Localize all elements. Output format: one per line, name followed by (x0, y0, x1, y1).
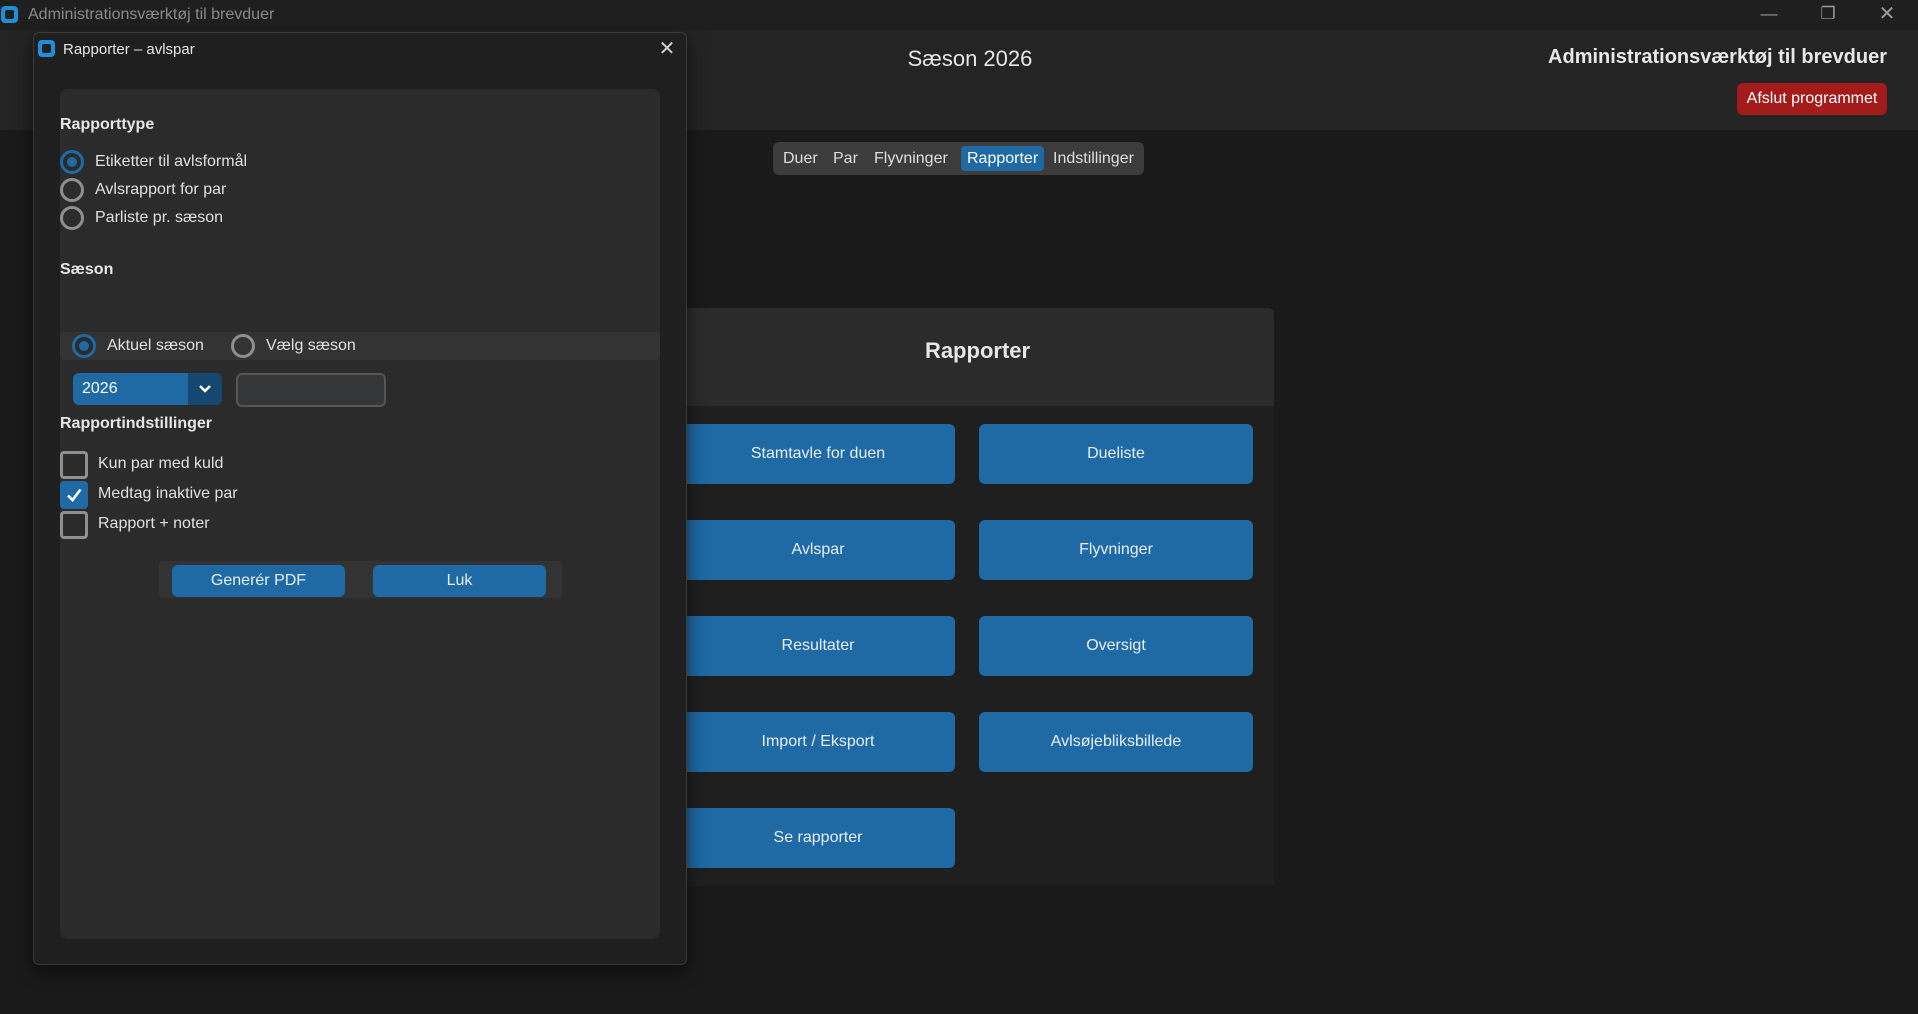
checkbox-label: Rapport + noter (98, 515, 210, 532)
radio-unchecked-icon[interactable] (231, 334, 255, 358)
reports-title: Rapporter (924, 338, 1031, 363)
radio-label: Avlsrapport for par (95, 181, 227, 198)
view-reports-button[interactable]: Se rapporter (681, 808, 955, 868)
minimize-button[interactable]: — (1740, 0, 1798, 30)
flights-button[interactable]: Flyvninger (979, 520, 1253, 580)
reports-panel: Stamtavle for duen Dueliste Avlspar Flyv… (681, 406, 1274, 886)
season-label: Sæson (60, 261, 114, 278)
pedigree-button[interactable]: Stamtavle for duen (681, 424, 955, 484)
maximize-button[interactable]: ❐ (1799, 0, 1857, 30)
app-icon (1, 6, 18, 23)
checkbox-label: Kun par med kuld (98, 455, 224, 472)
window-titlebar: Administrationsværktøj til brevduer — ❐ … (0, 0, 1918, 30)
checkmark-icon[interactable] (60, 481, 88, 509)
radio-unchecked-icon[interactable] (60, 178, 84, 202)
dialog-close-button[interactable]: ✕ (654, 35, 680, 63)
report-type-label: Rapporttype (60, 116, 155, 133)
tab-indstillinger[interactable]: Indstillinger (1047, 146, 1140, 171)
radio-label: Aktuel sæson (107, 337, 204, 354)
report-settings-label: Rapportindstillinger (60, 415, 212, 432)
close-window-button[interactable]: ✕ (1858, 0, 1916, 30)
radio-checked-icon[interactable] (72, 334, 96, 358)
reports-panel-header: Rapporter (681, 308, 1274, 406)
radio-unchecked-icon[interactable] (60, 206, 84, 230)
tab-flyvninger[interactable]: Flyvninger (868, 146, 954, 171)
app-title: Administrationsværktøj til brevduer (1548, 46, 1887, 68)
season-mode-strip: Aktuel sæson Vælg sæson (60, 332, 660, 360)
generate-pdf-button[interactable]: Generér PDF (172, 565, 345, 597)
radio-label: Vælg sæson (266, 337, 356, 354)
season-select[interactable]: 2026 (73, 373, 222, 405)
quit-button[interactable]: Afslut programmet (1737, 83, 1887, 115)
dialog-title: Rapporter – avlspar (63, 41, 195, 58)
main-nav: Duer Par Flyvninger Rapporter Indstillin… (773, 142, 1144, 175)
dialog-app-icon (38, 40, 55, 57)
dialog-body: Rapporttype Etiketter til avlsformål Avl… (60, 89, 660, 939)
checkbox-label: Medtag inaktive par (98, 485, 238, 502)
radio-label: Parliste pr. sæson (95, 209, 224, 226)
overview-button[interactable]: Oversigt (979, 616, 1253, 676)
pigeon-list-button[interactable]: Dueliste (979, 424, 1253, 484)
tab-rapporter[interactable]: Rapporter (961, 146, 1045, 171)
season-select-value: 2026 (82, 380, 118, 397)
radio-checked-icon[interactable] (60, 150, 84, 174)
breeding-snapshot-button[interactable]: Avlsøjebliksbillede (979, 712, 1253, 772)
checkbox-unchecked-icon[interactable] (60, 511, 88, 539)
tab-par[interactable]: Par (827, 146, 864, 171)
breeding-pairs-button[interactable]: Avlspar (681, 520, 955, 580)
results-button[interactable]: Resultater (681, 616, 955, 676)
tab-duer[interactable]: Duer (777, 146, 824, 171)
radio-label: Etiketter til avlsformål (95, 153, 248, 170)
dialog-button-strip: Generér PDF Luk (159, 561, 562, 598)
checkbox-unchecked-icon[interactable] (60, 451, 88, 479)
report-dialog: Rapporter – avlspar ✕ Rapporttype Etiket… (33, 32, 687, 965)
window-title: Administrationsværktøj til brevduer (28, 6, 275, 23)
season-title: Sæson 2026 (907, 46, 1033, 71)
chevron-down-icon[interactable] (188, 373, 222, 405)
import-export-button[interactable]: Import / Eksport (681, 712, 955, 772)
season-input[interactable] (236, 373, 386, 407)
close-dialog-button[interactable]: Luk (373, 565, 546, 597)
